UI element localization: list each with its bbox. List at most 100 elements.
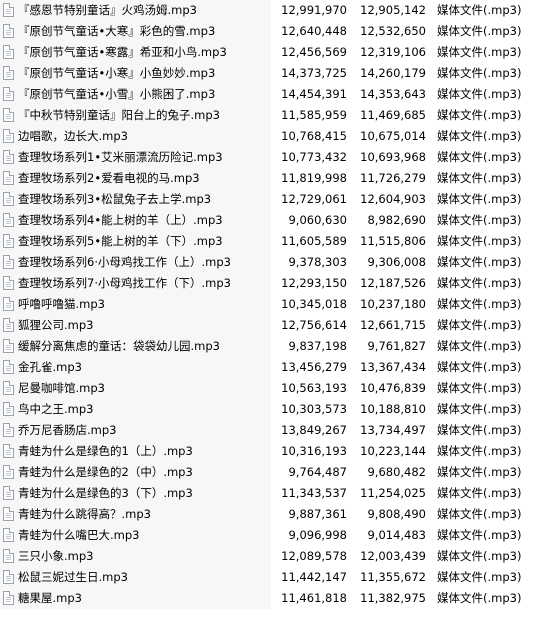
file-row[interactable]: 鸟中之王.mp3 10,303,573 10,188,810 媒体文件(.mp3) bbox=[0, 399, 549, 420]
file-row[interactable]: 查理牧场系列4•能上树的羊（上）.mp3 9,060,630 8,982,690 媒体… bbox=[0, 210, 549, 231]
file-name-cell[interactable]: 三只小象.mp3 bbox=[0, 546, 271, 567]
file-row[interactable]: 『中秋节特别童话』阳台上的兔子.mp3 11,585,959 11,469,685 媒… bbox=[0, 105, 549, 126]
audio-file-icon bbox=[3, 486, 14, 500]
file-size: 13,849,267 bbox=[281, 423, 347, 437]
file-compressed-size: 11,382,975 bbox=[360, 591, 426, 605]
file-name-cell[interactable]: 尼曼咖啡馆.mp3 bbox=[0, 378, 271, 399]
file-name-cell[interactable]: 青蛙为什么跳得高？.mp3 bbox=[0, 504, 271, 525]
file-name-cell[interactable]: 狐狸公司.mp3 bbox=[0, 315, 271, 336]
file-compressed-size: 11,726,279 bbox=[360, 171, 426, 185]
file-row[interactable]: 糖果屋.mp3 11,461,818 11,382,975 媒体文件(.mp3) bbox=[0, 588, 549, 609]
file-name-cell[interactable]: 查理牧场系列2•爱看电视的马.mp3 bbox=[0, 168, 271, 189]
audio-file-icon bbox=[3, 528, 14, 542]
file-type: 媒体文件(.mp3) bbox=[437, 591, 522, 605]
file-name-cell[interactable]: 『原创节气童话•小寒』小鱼妙妙.mp3 bbox=[0, 63, 271, 84]
file-name-cell[interactable]: 查理牧场系列7·小母鸡找工作（下）.mp3 bbox=[0, 273, 271, 294]
file-row[interactable]: 青蛙为什么是绿色的2（中）.mp3 9,764,487 9,680,482 媒体文件(… bbox=[0, 462, 549, 483]
audio-file-icon bbox=[3, 549, 14, 563]
audio-file-icon bbox=[3, 465, 14, 479]
file-name: 『原创节气童话•小雪』小熊困了.mp3 bbox=[18, 87, 216, 101]
file-row[interactable]: 查理牧场系列6·小母鸡找工作（上）.mp3 9,378,303 9,306,008 媒… bbox=[0, 252, 549, 273]
file-name-cell[interactable]: 『感恩节特别童话』火鸡汤姆.mp3 bbox=[0, 0, 271, 21]
file-compressed-size: 9,306,008 bbox=[367, 255, 426, 269]
file-row[interactable]: 『感恩节特别童话』火鸡汤姆.mp3 12,991,970 12,905,142 媒体文… bbox=[0, 0, 549, 21]
file-row[interactable]: 边唱歌，边长大.mp3 10,768,415 10,675,014 媒体文件(.mp3… bbox=[0, 126, 549, 147]
audio-file-icon bbox=[3, 339, 14, 353]
file-name-cell[interactable]: 查理牧场系列4•能上树的羊（上）.mp3 bbox=[0, 210, 271, 231]
file-row[interactable]: 青蛙为什么嘴巴大.mp3 9,096,998 9,014,483 媒体文件(.mp3) bbox=[0, 525, 549, 546]
file-compressed-size: 12,905,142 bbox=[360, 3, 426, 17]
audio-file-icon bbox=[3, 24, 14, 38]
audio-file-icon bbox=[3, 3, 14, 17]
file-name-cell[interactable]: 青蛙为什么是绿色的1（上）.mp3 bbox=[0, 441, 271, 462]
file-size: 10,773,432 bbox=[281, 150, 347, 164]
file-name-cell[interactable]: 鸟中之王.mp3 bbox=[0, 399, 271, 420]
file-type: 媒体文件(.mp3) bbox=[437, 360, 522, 374]
file-name: 缓解分离焦虑的童话：袋袋幼儿园.mp3 bbox=[18, 339, 220, 353]
file-name-cell[interactable]: 『原创节气童话•大寒』彩色的雪.mp3 bbox=[0, 21, 271, 42]
file-row[interactable]: 呼噜呼噜猫.mp3 10,345,018 10,237,180 媒体文件(.mp3) bbox=[0, 294, 549, 315]
file-row[interactable]: 『原创节气童话•寒露』希亚和小鸟.mp3 12,456,569 12,319,106… bbox=[0, 42, 549, 63]
file-type: 媒体文件(.mp3) bbox=[437, 24, 522, 38]
file-name-cell[interactable]: 青蛙为什么是绿色的3（下）.mp3 bbox=[0, 483, 271, 504]
audio-file-icon bbox=[3, 591, 14, 605]
file-row[interactable]: 查理牧场系列7·小母鸡找工作（下）.mp3 12,293,150 12,187,52… bbox=[0, 273, 549, 294]
file-row[interactable]: 三只小象.mp3 12,089,578 12,003,439 媒体文件(.mp3) bbox=[0, 546, 549, 567]
file-row[interactable]: 松鼠三妮过生日.mp3 11,442,147 11,355,672 媒体文件(.mp3… bbox=[0, 567, 549, 588]
file-name-cell[interactable]: 查理牧场系列1•艾米丽漂流历险记.mp3 bbox=[0, 147, 271, 168]
file-name: 查理牧场系列7·小母鸡找工作（下）.mp3 bbox=[18, 276, 231, 290]
file-compressed-size: 13,367,434 bbox=[360, 360, 426, 374]
file-compressed-size: 9,014,483 bbox=[367, 528, 426, 542]
file-row[interactable]: 尼曼咖啡馆.mp3 10,563,193 10,476,839 媒体文件(.mp3) bbox=[0, 378, 549, 399]
file-name-cell[interactable]: 查理牧场系列5•能上树的羊（下）.mp3 bbox=[0, 231, 271, 252]
file-type: 媒体文件(.mp3) bbox=[437, 444, 522, 458]
file-name: 乔万尼香肠店.mp3 bbox=[18, 423, 117, 437]
file-row[interactable]: 查理牧场系列5•能上树的羊（下）.mp3 11,605,589 11,515,806… bbox=[0, 231, 549, 252]
file-row[interactable]: 狐狸公司.mp3 12,756,614 12,661,715 媒体文件(.mp3) bbox=[0, 315, 549, 336]
file-name: 青蛙为什么是绿色的2（中）.mp3 bbox=[18, 465, 193, 479]
file-size: 12,293,150 bbox=[281, 276, 347, 290]
file-row[interactable]: 『原创节气童话•小寒』小鱼妙妙.mp3 14,373,725 14,260,179 媒… bbox=[0, 63, 549, 84]
file-type: 媒体文件(.mp3) bbox=[437, 549, 522, 563]
file-row[interactable]: 查理牧场系列2•爱看电视的马.mp3 11,819,998 11,726,279 媒体… bbox=[0, 168, 549, 189]
file-name-cell[interactable]: 『中秋节特别童话』阳台上的兔子.mp3 bbox=[0, 105, 271, 126]
file-row[interactable]: 查理牧场系列3•松鼠兔子去上学.mp3 12,729,061 12,604,903 媒… bbox=[0, 189, 549, 210]
file-name-cell[interactable]: 『原创节气童话•小雪』小熊困了.mp3 bbox=[0, 84, 271, 105]
file-type: 媒体文件(.mp3) bbox=[437, 87, 522, 101]
file-name-cell[interactable]: 边唱歌，边长大.mp3 bbox=[0, 126, 271, 147]
file-row[interactable]: 『原创节气童话•小雪』小熊困了.mp3 14,454,391 14,353,643 媒… bbox=[0, 84, 549, 105]
file-name-cell[interactable]: 金孔雀.mp3 bbox=[0, 357, 271, 378]
file-name-cell[interactable]: 青蛙为什么是绿色的2（中）.mp3 bbox=[0, 462, 271, 483]
file-name: 青蛙为什么跳得高？.mp3 bbox=[18, 507, 151, 521]
audio-file-icon bbox=[3, 318, 14, 332]
file-row[interactable]: 青蛙为什么是绿色的3（下）.mp3 11,343,537 11,254,025 媒体文… bbox=[0, 483, 549, 504]
file-row[interactable]: 青蛙为什么是绿色的1（上）.mp3 10,316,193 10,223,144 媒体文… bbox=[0, 441, 549, 462]
file-name-cell[interactable]: 查理牧场系列6·小母鸡找工作（上）.mp3 bbox=[0, 252, 271, 273]
file-size: 9,060,630 bbox=[288, 213, 347, 227]
file-name-cell[interactable]: 缓解分离焦虑的童话：袋袋幼儿园.mp3 bbox=[0, 336, 271, 357]
file-row[interactable]: 『原创节气童话•大寒』彩色的雪.mp3 12,640,448 12,532,650 媒… bbox=[0, 21, 549, 42]
file-name-cell[interactable]: 糖果屋.mp3 bbox=[0, 588, 271, 609]
audio-file-icon bbox=[3, 66, 14, 80]
file-name-cell[interactable]: 青蛙为什么嘴巴大.mp3 bbox=[0, 525, 271, 546]
file-size: 10,768,415 bbox=[281, 129, 347, 143]
audio-file-icon bbox=[3, 255, 14, 269]
file-compressed-size: 11,515,806 bbox=[360, 234, 426, 248]
file-name-cell[interactable]: 松鼠三妮过生日.mp3 bbox=[0, 567, 271, 588]
file-type: 媒体文件(.mp3) bbox=[437, 507, 522, 521]
audio-file-icon bbox=[3, 234, 14, 248]
file-row[interactable]: 青蛙为什么跳得高？.mp3 9,887,361 9,808,490 媒体文件(.mp3… bbox=[0, 504, 549, 525]
file-type: 媒体文件(.mp3) bbox=[437, 339, 522, 353]
file-name-cell[interactable]: 查理牧场系列3•松鼠兔子去上学.mp3 bbox=[0, 189, 271, 210]
file-name: 查理牧场系列1•艾米丽漂流历险记.mp3 bbox=[18, 150, 223, 164]
file-name: 呼噜呼噜猫.mp3 bbox=[18, 297, 105, 311]
file-row[interactable]: 乔万尼香肠店.mp3 13,849,267 13,734,497 媒体文件(.mp3) bbox=[0, 420, 549, 441]
file-name-cell[interactable]: 『原创节气童话•寒露』希亚和小鸟.mp3 bbox=[0, 42, 271, 63]
file-compressed-size: 10,675,014 bbox=[360, 129, 426, 143]
file-name-cell[interactable]: 乔万尼香肠店.mp3 bbox=[0, 420, 271, 441]
file-row[interactable]: 缓解分离焦虑的童话：袋袋幼儿园.mp3 9,837,198 9,761,827 媒体文… bbox=[0, 336, 549, 357]
file-row[interactable]: 查理牧场系列1•艾米丽漂流历险记.mp3 10,773,432 10,693,968… bbox=[0, 147, 549, 168]
file-row[interactable]: 金孔雀.mp3 13,456,279 13,367,434 媒体文件(.mp3) bbox=[0, 357, 549, 378]
file-name-cell[interactable]: 呼噜呼噜猫.mp3 bbox=[0, 294, 271, 315]
audio-file-icon bbox=[3, 381, 14, 395]
